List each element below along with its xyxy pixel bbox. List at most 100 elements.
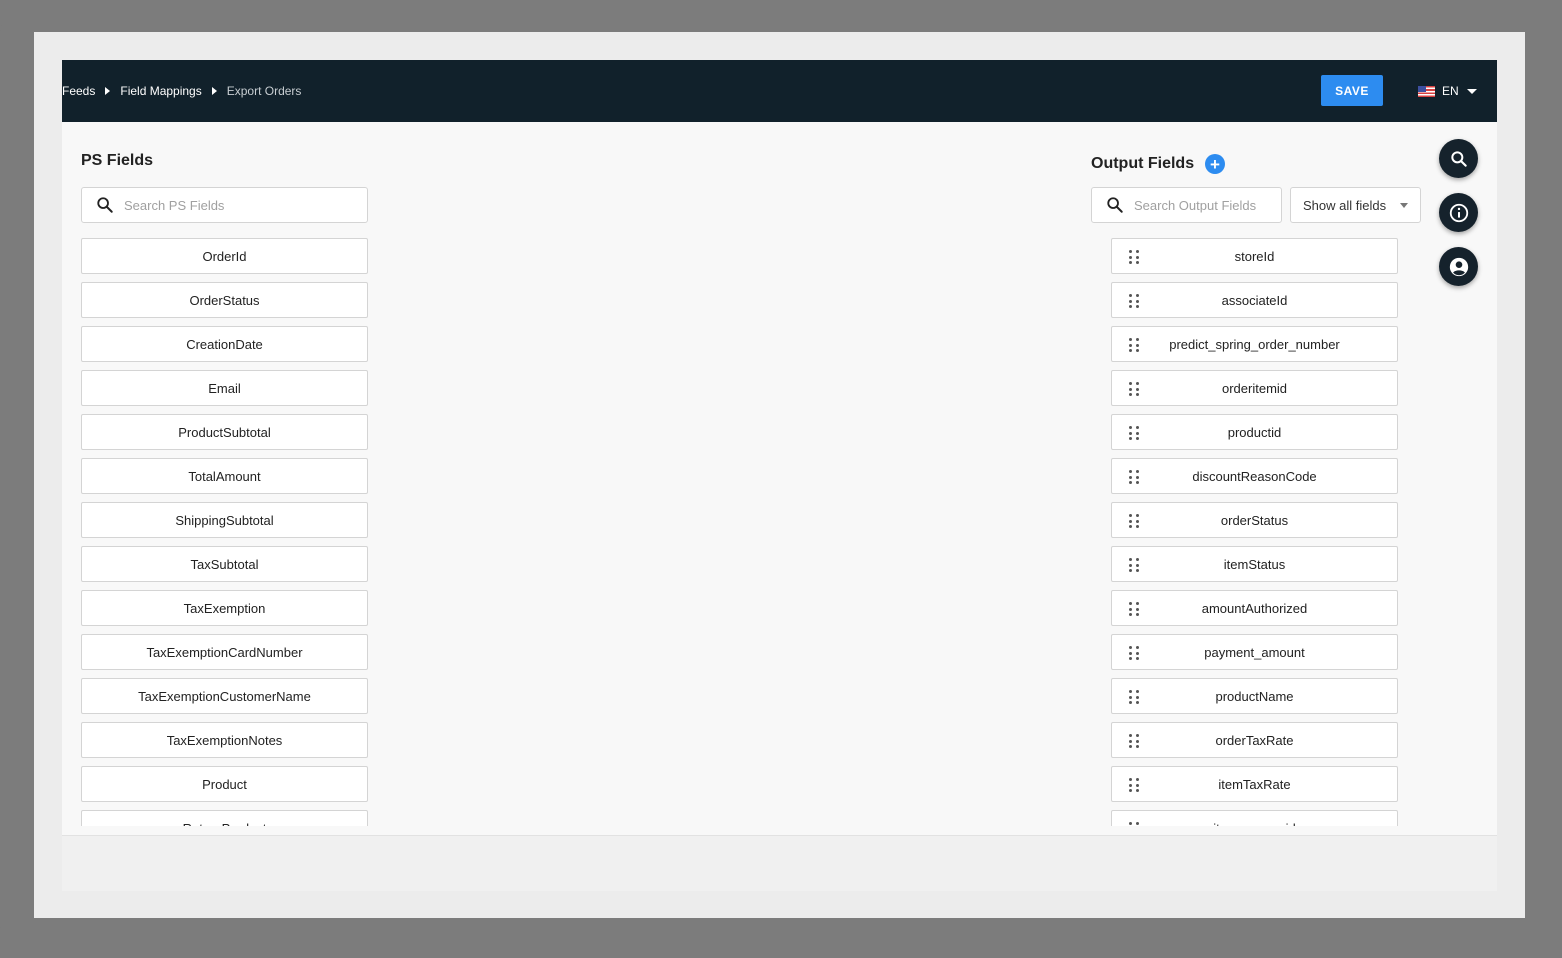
ps-field-item[interactable]: OrderStatus <box>81 282 368 318</box>
output-fields-search-input[interactable] <box>1134 197 1281 213</box>
drag-handle-icon[interactable] <box>1129 822 1139 826</box>
field-label: ReturnProduct <box>183 821 267 827</box>
drag-handle-icon[interactable] <box>1129 690 1139 704</box>
output-field-item[interactable]: discountReasonCode <box>1111 458 1398 494</box>
ps-field-item[interactable]: TaxExemption <box>81 590 368 626</box>
chevron-down-icon <box>1466 88 1477 94</box>
output-field-item[interactable]: payment_amount <box>1111 634 1398 670</box>
ps-field-item[interactable]: Email <box>81 370 368 406</box>
output-field-item[interactable]: productName <box>1111 678 1398 714</box>
field-label: ProductSubtotal <box>178 424 271 440</box>
output-field-item[interactable]: associateId <box>1111 282 1398 318</box>
ps-field-item[interactable]: OrderId <box>81 238 368 274</box>
field-label: item_group_id <box>1213 821 1295 827</box>
field-label: CreationDate <box>186 336 263 352</box>
output-field-item[interactable]: orderStatus <box>1111 502 1398 538</box>
ps-fields-search[interactable] <box>81 187 368 223</box>
field-label: discountReasonCode <box>1192 468 1317 484</box>
account-icon <box>1449 257 1468 276</box>
field-filter-value: Show all fields <box>1303 197 1387 213</box>
drag-handle-icon[interactable] <box>1129 514 1139 528</box>
language-selector[interactable]: EN <box>1418 82 1477 100</box>
plus-icon: + <box>1210 154 1220 174</box>
search-icon <box>1107 197 1123 213</box>
add-output-field-button[interactable]: + <box>1205 154 1225 174</box>
ps-fields-search-input[interactable] <box>124 197 367 213</box>
field-label: itemTaxRate <box>1218 776 1291 792</box>
search-fab-button[interactable] <box>1439 139 1478 178</box>
output-field-item[interactable]: itemStatus <box>1111 546 1398 582</box>
info-fab-button[interactable] <box>1439 193 1478 232</box>
drag-handle-icon[interactable] <box>1129 338 1139 352</box>
output-field-item[interactable]: item_group_id <box>1111 810 1398 826</box>
output-field-item[interactable]: itemTaxRate <box>1111 766 1398 802</box>
breadcrumb-field-mappings[interactable]: Field Mappings <box>120 84 201 98</box>
ps-field-item[interactable]: TaxSubtotal <box>81 546 368 582</box>
ps-field-item[interactable]: ShippingSubtotal <box>81 502 368 538</box>
drag-handle-icon[interactable] <box>1129 558 1139 572</box>
ps-field-item[interactable]: ProductSubtotal <box>81 414 368 450</box>
ps-field-item[interactable]: TaxExemptionCardNumber <box>81 634 368 670</box>
field-label: TaxExemptionCardNumber <box>146 644 303 660</box>
info-icon <box>1449 203 1468 222</box>
ps-fields-title: PS Fields <box>81 152 154 169</box>
output-field-item[interactable]: predict_spring_order_number <box>1111 326 1398 362</box>
output-field-item[interactable]: storeId <box>1111 238 1398 274</box>
ps-field-item[interactable]: TotalAmount <box>81 458 368 494</box>
field-label: TotalAmount <box>188 468 261 484</box>
field-label: productid <box>1227 424 1282 440</box>
field-label: orderStatus <box>1220 512 1289 528</box>
language-label: EN <box>1442 84 1459 98</box>
field-label: associateId <box>1221 292 1288 308</box>
us-flag-icon <box>1418 85 1435 97</box>
output-field-item[interactable]: orderitemid <box>1111 370 1398 406</box>
app-window: Feeds Field Mappings Export Orders SAVE … <box>62 60 1497 891</box>
output-fields-title: Output Fields <box>1091 155 1195 172</box>
drag-handle-icon[interactable] <box>1129 778 1139 792</box>
output-fields-list: storeId associateId predict_spring_order_n… <box>1111 238 1400 826</box>
search-icon <box>97 197 113 213</box>
breadcrumb-separator-icon <box>105 87 111 95</box>
ps-field-item[interactable]: ReturnProduct <box>81 810 368 826</box>
drag-handle-icon[interactable] <box>1129 602 1139 616</box>
drag-handle-icon[interactable] <box>1129 294 1139 308</box>
field-label: productName <box>1215 688 1294 704</box>
field-label: TaxExemptionNotes <box>166 732 283 748</box>
output-field-item[interactable]: productid <box>1111 414 1398 450</box>
field-label: predict_spring_order_number <box>1169 336 1340 352</box>
field-label: itemStatus <box>1223 556 1286 572</box>
save-button[interactable]: SAVE <box>1321 75 1383 106</box>
field-label: ShippingSubtotal <box>175 512 274 528</box>
field-filter-select[interactable]: Show all fields <box>1290 187 1421 223</box>
screen: Feeds Field Mappings Export Orders SAVE … <box>34 32 1525 918</box>
account-fab-button[interactable] <box>1439 247 1478 286</box>
chevron-down-icon <box>1400 203 1408 208</box>
field-label: OrderId <box>202 248 247 264</box>
output-fields-search[interactable] <box>1091 187 1282 223</box>
field-label: amountAuthorized <box>1201 600 1308 616</box>
drag-handle-icon[interactable] <box>1129 382 1139 396</box>
breadcrumb-feeds[interactable]: Feeds <box>62 84 95 98</box>
field-label: TaxExemptionCustomerName <box>138 688 311 704</box>
field-label: storeId <box>1234 248 1275 264</box>
drag-handle-icon[interactable] <box>1129 734 1139 748</box>
field-label: payment_amount <box>1204 644 1305 660</box>
field-label: TaxSubtotal <box>190 556 259 572</box>
drag-handle-icon[interactable] <box>1129 426 1139 440</box>
output-field-item[interactable]: orderTaxRate <box>1111 722 1398 758</box>
ps-field-item[interactable]: TaxExemptionNotes <box>81 722 368 758</box>
breadcrumb-export-orders: Export Orders <box>226 84 302 98</box>
ps-field-item[interactable]: Product <box>81 766 368 802</box>
output-field-item[interactable]: amountAuthorized <box>1111 590 1398 626</box>
top-bar: Feeds Field Mappings Export Orders SAVE … <box>62 60 1497 122</box>
field-label: Product <box>202 776 247 792</box>
drag-handle-icon[interactable] <box>1129 646 1139 660</box>
field-label: orderitemid <box>1221 380 1288 396</box>
ps-field-item[interactable]: TaxExemptionCustomerName <box>81 678 368 714</box>
footer-bar <box>62 835 1497 891</box>
drag-handle-icon[interactable] <box>1129 250 1139 264</box>
ps-field-item[interactable]: CreationDate <box>81 326 368 362</box>
breadcrumb-separator-icon <box>211 87 217 95</box>
search-icon <box>1450 150 1467 167</box>
drag-handle-icon[interactable] <box>1129 470 1139 484</box>
